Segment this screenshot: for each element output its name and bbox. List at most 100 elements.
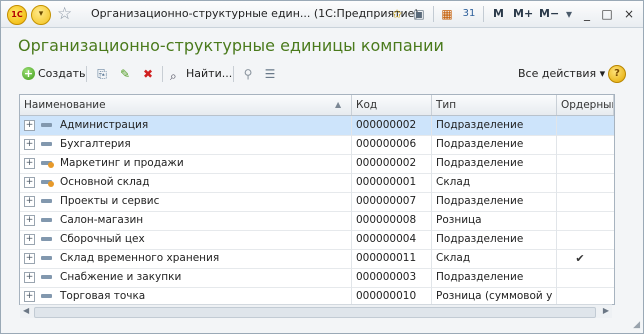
cell-name: + Снабжение и закупки bbox=[20, 268, 352, 287]
subdivision-icon bbox=[41, 294, 52, 298]
app-logo-icon[interactable]: 1С bbox=[7, 5, 27, 25]
minimize-icon[interactable]: _ bbox=[579, 6, 595, 22]
list-settings-icon[interactable]: ☰ bbox=[262, 66, 278, 82]
units-table: Наименование ▲ Код Тип Ордерный + Админис… bbox=[19, 94, 615, 305]
cell-type: Подразделение bbox=[432, 268, 557, 287]
column-header-type[interactable]: Тип bbox=[432, 95, 557, 115]
search-icon: ⌕ bbox=[170, 69, 177, 83]
column-header-name-label: Наименование bbox=[24, 99, 106, 111]
table-row[interactable]: + Торговая точка 000000010 Розница (суммово… bbox=[20, 287, 614, 304]
expand-icon[interactable]: + bbox=[24, 158, 35, 169]
cell-code: 000000001 bbox=[352, 173, 432, 192]
window-menu-icon[interactable]: ▾ bbox=[561, 6, 577, 22]
cell-type: Склад bbox=[432, 173, 557, 192]
command-bar: + Создать ⎘ ✎ ✖ ⌕ Найти... ⚲ ☰ Все дейст… bbox=[18, 62, 628, 86]
table-row[interactable]: + Сборочный цех 000000004 Подразделение bbox=[20, 230, 614, 250]
cell-code: 000000011 bbox=[352, 249, 432, 268]
memory-add-button[interactable]: M+ bbox=[513, 7, 533, 20]
add-to-favorites-icon[interactable]: ✩ bbox=[389, 6, 405, 22]
memory-subtract-button[interactable]: M− bbox=[539, 7, 559, 20]
cell-name-text: Бухгалтерия bbox=[60, 138, 131, 150]
calculator-icon[interactable]: ▦ bbox=[439, 6, 455, 22]
cell-name: + Склад временного хранения bbox=[20, 249, 352, 268]
cell-name-text: Торговая точка bbox=[60, 290, 146, 302]
copy-icon[interactable]: ⎘ bbox=[94, 66, 110, 82]
create-button-label: Создать bbox=[38, 67, 86, 80]
table-row[interactable]: + Снабжение и закупки 000000003 Подразделен… bbox=[20, 268, 614, 288]
column-header-name[interactable]: Наименование ▲ bbox=[20, 95, 352, 115]
column-header-code[interactable]: Код bbox=[352, 95, 432, 115]
cell-name: + Салон-магазин bbox=[20, 211, 352, 230]
warehouse-icon bbox=[41, 180, 54, 187]
link-icon[interactable]: ▣ bbox=[411, 6, 427, 22]
cell-name-text: Снабжение и закупки bbox=[60, 271, 182, 283]
expand-icon[interactable]: + bbox=[24, 120, 35, 131]
expand-icon[interactable]: + bbox=[24, 139, 35, 150]
horizontal-scrollbar[interactable]: ◀ ▶ bbox=[20, 304, 612, 318]
scrollbar-thumb[interactable] bbox=[34, 307, 596, 318]
expand-icon[interactable]: + bbox=[24, 234, 35, 245]
expand-icon[interactable]: + bbox=[24, 291, 35, 302]
toolbar-separator bbox=[86, 66, 87, 82]
favorite-star-icon[interactable]: ☆ bbox=[57, 4, 72, 24]
toolbar-separator bbox=[162, 66, 163, 82]
close-icon[interactable]: × bbox=[621, 6, 637, 22]
table-header: Наименование ▲ Код Тип Ордерный bbox=[20, 95, 614, 116]
title-bar: 1С ▾ ☆ Организационно-структурные един..… bbox=[1, 1, 643, 28]
resize-grip-icon[interactable]: ◢ bbox=[633, 320, 640, 330]
cell-name: + Бухгалтерия bbox=[20, 135, 352, 154]
cancel-search-icon[interactable]: ⚲ bbox=[240, 66, 256, 82]
cell-code: 000000007 bbox=[352, 192, 432, 211]
table-row[interactable]: + Бухгалтерия 000000006 Подразделение bbox=[20, 135, 614, 155]
edit-icon[interactable]: ✎ bbox=[117, 66, 133, 82]
cell-type: Розница (суммовой у bbox=[432, 287, 557, 304]
cell-code: 000000006 bbox=[352, 135, 432, 154]
subdivision-icon bbox=[41, 256, 52, 260]
expand-icon[interactable]: + bbox=[24, 253, 35, 264]
table-row[interactable]: + Администрация 000000002 Подразделение bbox=[20, 116, 614, 136]
all-actions-menu[interactable]: Все действия ▾ bbox=[518, 65, 605, 83]
table-row[interactable]: + Маркетинг и продажи 000000002 Подразделен… bbox=[20, 154, 614, 174]
scroll-right-icon[interactable]: ▶ bbox=[603, 306, 609, 315]
subdivision-icon bbox=[41, 275, 52, 279]
cell-code: 000000002 bbox=[352, 154, 432, 173]
cell-code: 000000002 bbox=[352, 116, 432, 135]
cell-name-text: Салон-магазин bbox=[60, 214, 144, 226]
app-window: 1С ▾ ☆ Организационно-структурные един..… bbox=[0, 0, 644, 334]
toolbar-separator bbox=[233, 66, 234, 82]
plus-icon: + bbox=[22, 67, 35, 80]
maximize-icon[interactable]: □ bbox=[599, 6, 615, 22]
cell-type: Подразделение bbox=[432, 230, 557, 249]
subdivision-icon bbox=[41, 142, 52, 146]
cell-code: 000000010 bbox=[352, 287, 432, 304]
memory-m-button[interactable]: M bbox=[493, 7, 504, 20]
find-button[interactable]: ⌕ Найти... bbox=[170, 65, 232, 83]
cell-name-text: Проекты и сервис bbox=[60, 195, 160, 207]
column-header-ordered[interactable]: Ордерный bbox=[557, 95, 614, 115]
delete-icon[interactable]: ✖ bbox=[140, 66, 156, 82]
cell-type: Подразделение bbox=[432, 154, 557, 173]
help-icon[interactable]: ? bbox=[608, 65, 626, 83]
expand-icon[interactable]: + bbox=[24, 177, 35, 188]
table-row[interactable]: + Салон-магазин 000000008 Розница bbox=[20, 211, 614, 231]
cell-code: 000000008 bbox=[352, 211, 432, 230]
table-row[interactable]: + Проекты и сервис 000000007 Подразделение bbox=[20, 192, 614, 212]
sort-ascending-icon: ▲ bbox=[335, 100, 342, 109]
expand-icon[interactable]: + bbox=[24, 196, 35, 207]
create-button[interactable]: + Создать bbox=[22, 65, 86, 83]
cell-name-text: Склад временного хранения bbox=[60, 252, 220, 264]
main-menu-button[interactable]: ▾ bbox=[31, 5, 51, 25]
cell-type: Склад bbox=[432, 249, 557, 268]
cell-name: + Маркетинг и продажи bbox=[20, 154, 352, 173]
scroll-left-icon[interactable]: ◀ bbox=[23, 306, 29, 315]
subdivision-icon bbox=[41, 218, 52, 222]
table-row[interactable]: + Основной склад 000000001 Склад bbox=[20, 173, 614, 193]
cell-name: + Администрация bbox=[20, 116, 352, 135]
table-row[interactable]: + Склад временного хранения 000000011 Склад… bbox=[20, 249, 614, 269]
cell-ordered: ✔ bbox=[575, 252, 585, 265]
expand-icon[interactable]: + bbox=[24, 272, 35, 283]
cell-type: Подразделение bbox=[432, 135, 557, 154]
expand-icon[interactable]: + bbox=[24, 215, 35, 226]
cell-type: Подразделение bbox=[432, 192, 557, 211]
calendar-icon[interactable]: 31 bbox=[461, 6, 477, 22]
